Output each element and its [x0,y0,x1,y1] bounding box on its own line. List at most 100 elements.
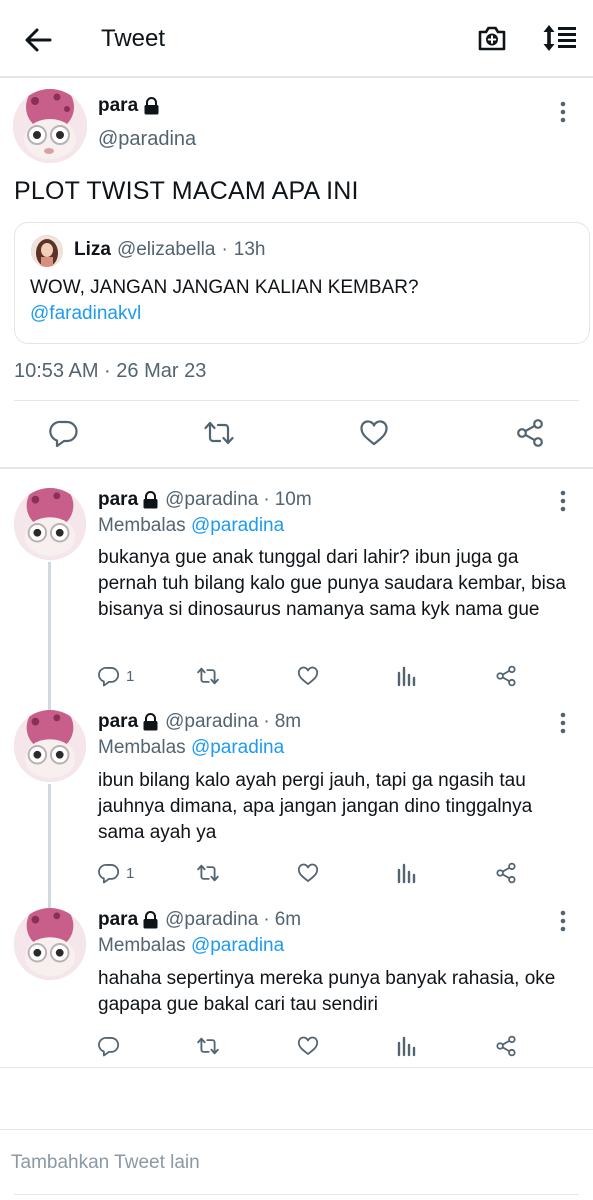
heart-icon [297,863,319,882]
lock-icon [143,911,158,929]
reply-count: 1 [126,667,135,685]
reply-button[interactable]: 1 [98,861,134,885]
divider [0,1067,593,1068]
author-name-row: para [98,95,160,117]
replying-to: Membalas @paradina [98,515,284,537]
reply-button[interactable] [49,418,79,448]
analytics-button[interactable] [397,664,417,688]
analytics-icon [397,666,416,687]
share-icon [496,862,516,884]
quote-header: Liza @elizabella · 13h [74,239,266,261]
reply-icon [98,1037,120,1057]
retweet-button[interactable] [196,664,220,688]
retweet-button[interactable] [196,1034,220,1058]
replying-to-mention[interactable]: @paradina [191,935,284,956]
retweet-icon [197,1037,219,1055]
replying-to-mention[interactable]: @paradina [191,737,284,758]
author-handle: @paradina [165,711,259,732]
share-icon [496,665,516,687]
more-options-button[interactable] [557,909,569,933]
avatar[interactable] [14,488,86,560]
reply-icon [98,864,120,884]
like-button[interactable] [297,1034,319,1058]
lock-icon [143,491,158,509]
quote-mention-link[interactable]: @faradinakvl [30,301,141,327]
share-button[interactable] [495,664,517,688]
add-tweet-input[interactable] [11,1150,571,1176]
camera-button[interactable] [476,22,508,54]
separator-dot: · [263,909,270,930]
reply-count: 1 [126,864,135,882]
quote-separator: · [221,239,228,260]
divider [0,1129,593,1130]
thread-connector-line [48,562,51,710]
divider [14,1194,579,1195]
reply-header: para @paradina · 6m [98,909,301,931]
thread-connector-line [48,784,51,908]
heart-icon [360,420,388,446]
like-button[interactable] [359,418,389,448]
author-name: para [98,95,139,116]
share-icon [517,419,543,447]
lock-icon [143,713,158,731]
reply-header: para @paradina · 8m [98,711,301,733]
quote-avatar [31,235,63,267]
sort-button[interactable] [542,22,578,54]
replying-to: Membalas @paradina [98,935,284,957]
heart-icon [297,666,319,685]
more-options-button[interactable] [557,711,569,735]
retweet-icon [204,421,234,445]
lock-icon [144,97,159,115]
quoted-tweet[interactable]: Liza @elizabella · 13h WOW, JANGAN JANGA… [14,222,590,344]
reply-time: 8m [274,711,302,732]
author-name: para [98,489,139,510]
divider [14,400,579,401]
retweet-button[interactable] [196,861,220,885]
replying-to-prefix: Membalas [98,515,186,536]
separator-dot: · [263,711,270,732]
thread-separator [0,467,593,469]
avatar[interactable] [14,710,86,782]
share-button[interactable] [515,418,545,448]
share-button[interactable] [495,861,517,885]
analytics-button[interactable] [397,1034,417,1058]
more-vertical-icon [560,910,566,932]
share-button[interactable] [495,1034,517,1058]
quote-time: 13h [233,239,266,260]
reply-text: ibun bilang kalo ayah pergi jauh, tapi g… [98,770,533,843]
page-title: Tweet [101,25,166,52]
back-button[interactable] [22,24,54,56]
reply-text: bukanya gue anak tunggal dari lahir? ibu… [98,547,566,620]
replying-to-prefix: Membalas [98,935,186,956]
separator-dot: · [263,489,270,510]
more-vertical-icon [560,490,566,512]
quote-text: WOW, JANGAN JANGAN KALIAN KEMBAR? [30,277,419,298]
replying-to-prefix: Membalas [98,737,186,758]
top-app-bar: Tweet [0,0,593,78]
like-button[interactable] [297,861,319,885]
reply-text: hahaha sepertinya mereka punya banyak ra… [98,968,556,1015]
quote-author-handle: @elizabella [116,239,216,260]
share-icon [496,1035,516,1057]
reply-icon [98,667,120,687]
avatar[interactable] [13,89,87,163]
replying-to-mention[interactable]: @paradina [191,515,284,536]
retweet-button[interactable] [203,418,234,448]
more-vertical-icon [560,101,566,123]
reply-button[interactable] [98,1034,126,1058]
tweet-timestamp: 10:53 AM · 26 Mar 23 [14,360,207,382]
author-name: para [98,909,139,930]
like-button[interactable] [297,664,319,688]
reply-time: 10m [274,489,312,510]
more-options-button[interactable] [557,489,569,513]
more-vertical-icon [560,712,566,734]
author-handle: @paradina [165,909,259,930]
retweet-icon [197,864,219,882]
avatar[interactable] [14,908,86,980]
quote-author-name: Liza [74,239,111,260]
analytics-icon [397,1036,416,1057]
analytics-button[interactable] [397,861,417,885]
more-options-button[interactable] [557,100,569,124]
reply-header: para @paradina · 10m [98,489,312,511]
reply-button[interactable]: 1 [98,664,134,688]
